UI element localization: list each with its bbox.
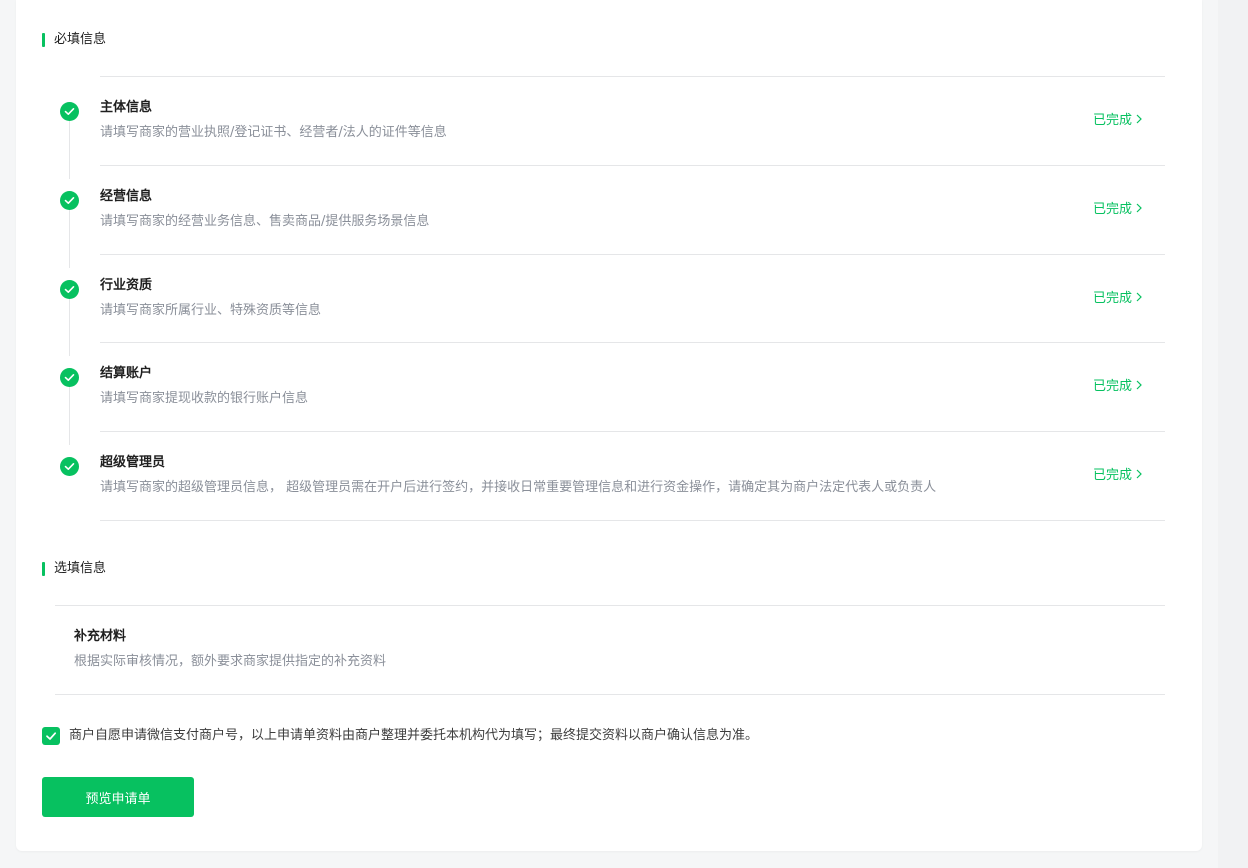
chevron-right-icon (1136, 291, 1142, 307)
chevron-right-icon (1136, 379, 1142, 395)
step-status-link[interactable]: 已完成 (1093, 379, 1142, 395)
step-status-link[interactable]: 已完成 (1093, 468, 1142, 484)
check-circle-icon (60, 191, 79, 210)
step-description: 请填写商家的经营业务信息、售卖商品/提供服务场景信息 (100, 214, 430, 229)
scrollbar-track[interactable] (1218, 0, 1248, 868)
supplementary-materials-title: 补充材料 (74, 629, 127, 644)
preview-application-button[interactable]: 预览申请单 (42, 777, 194, 817)
step-status-link[interactable]: 已完成 (1093, 113, 1142, 129)
check-circle-icon (60, 280, 79, 299)
step-description: 请填写商家所属行业、特殊资质等信息 (100, 303, 322, 318)
step-title: 行业资质 (100, 278, 153, 293)
agreement-text: 商户自愿申请微信支付商户号，以上申请单资料由商户整理并委托本机构代为填写；最终提… (69, 728, 759, 743)
application-card: 必填信息 主体信息 请填写商家的营业执照/登记证书、经营者/法人的证件等信息 已… (16, 0, 1202, 851)
step-title: 主体信息 (100, 100, 153, 115)
step-description: 请填写商家提现收款的银行账户信息 (100, 391, 309, 406)
step-description: 请填写商家的超级管理员信息， 超级管理员需在开户后进行签约，并接收日常重要管理信… (100, 480, 937, 495)
check-circle-icon (60, 102, 79, 121)
step-description: 请填写商家的营业执照/登记证书、经营者/法人的证件等信息 (100, 125, 447, 140)
step-title: 结算账户 (100, 366, 153, 381)
agreement-row[interactable]: 商户自愿申请微信支付商户号，以上申请单资料由商户整理并委托本机构代为填写；最终提… (42, 727, 758, 745)
divider (100, 520, 1165, 521)
step-subject-info: 主体信息 请填写商家的营业执照/登记证书、经营者/法人的证件等信息 已完成 (16, 77, 1202, 165)
step-status-link[interactable]: 已完成 (1093, 202, 1142, 218)
status-label: 已完成 (1093, 379, 1133, 394)
step-business-info: 经营信息 请填写商家的经营业务信息、售卖商品/提供服务场景信息 已完成 (16, 166, 1202, 254)
status-label: 已完成 (1093, 113, 1133, 128)
supplementary-materials-description: 根据实际审核情况，额外要求商家提供指定的补充资料 (74, 654, 387, 669)
status-label: 已完成 (1093, 468, 1133, 483)
required-section-title: 必填信息 (42, 32, 106, 48)
step-settlement-account: 结算账户 请填写商家提现收款的银行账户信息 已完成 (16, 343, 1202, 431)
step-title: 经营信息 (100, 189, 153, 204)
check-circle-icon (60, 457, 79, 476)
chevron-right-icon (1136, 113, 1142, 129)
check-circle-icon (60, 368, 79, 387)
step-title: 超级管理员 (100, 455, 166, 470)
step-super-admin: 超级管理员 请填写商家的超级管理员信息， 超级管理员需在开户后进行签约，并接收日… (16, 432, 1202, 520)
status-label: 已完成 (1093, 202, 1133, 217)
chevron-right-icon (1136, 202, 1142, 218)
divider (55, 694, 1165, 695)
status-label: 已完成 (1093, 291, 1133, 306)
optional-section-title: 选填信息 (42, 561, 106, 577)
chevron-right-icon (1136, 468, 1142, 484)
agreement-checkbox[interactable] (42, 727, 60, 745)
step-status-link[interactable]: 已完成 (1093, 291, 1142, 307)
divider (55, 605, 1165, 606)
step-industry-qualification: 行业资质 请填写商家所属行业、特殊资质等信息 已完成 (16, 255, 1202, 343)
